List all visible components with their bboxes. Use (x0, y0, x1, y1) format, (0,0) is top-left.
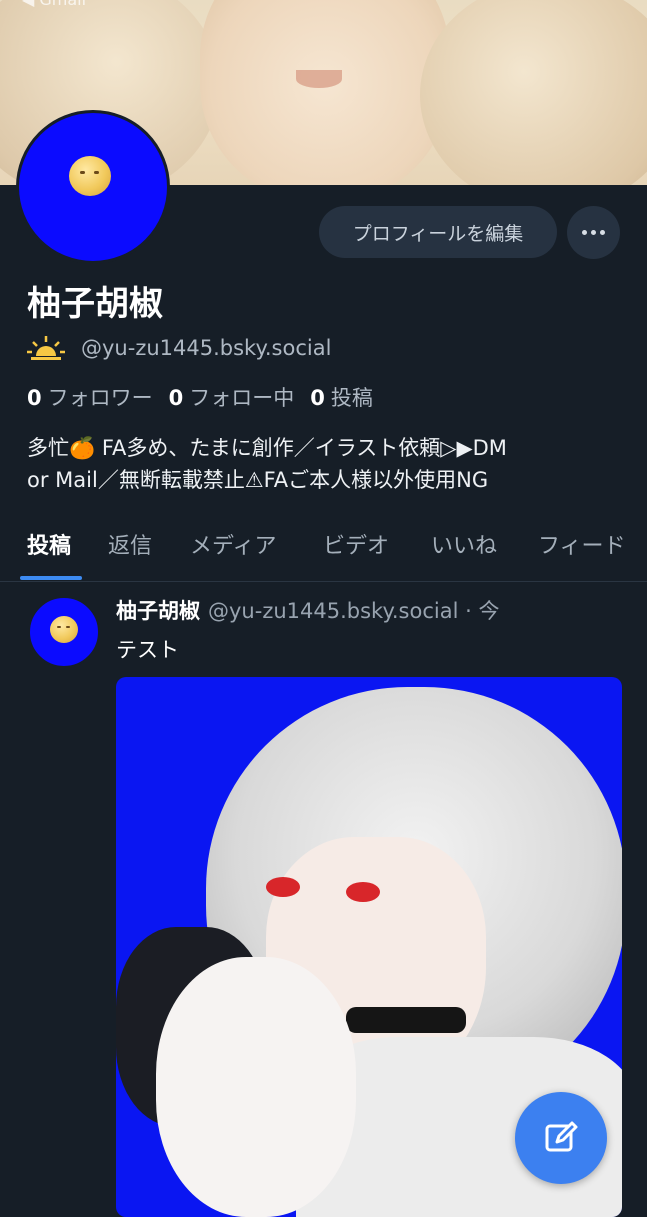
posts-count: 0 (310, 386, 325, 410)
post-author-avatar[interactable] (28, 596, 100, 668)
back-to-gmail-link[interactable]: ◀ Gmail (22, 0, 86, 9)
illustration-shape (346, 1007, 466, 1033)
active-tab-indicator (20, 576, 82, 580)
tab-posts[interactable]: 投稿 (27, 528, 71, 560)
yuzu-avatar-image (69, 156, 111, 196)
illustration-shape (156, 957, 356, 1217)
profile-stats: 0 フォロワー 0 フォロー中 0 投稿 (27, 382, 389, 412)
posts-label: 投稿 (330, 386, 373, 410)
compose-icon (541, 1118, 581, 1158)
handle-row: @yu-zu1445.bsky.social (27, 334, 331, 362)
following-label: フォロー中 (189, 386, 295, 410)
compose-post-button[interactable] (515, 1092, 607, 1184)
banner-art-shape (200, 0, 450, 185)
post-text: テスト (116, 638, 179, 662)
post-author-name[interactable]: 柚子胡椒 (116, 599, 200, 623)
bio-line: or Mail／無断転載禁止⚠FAご本人様以外使用NG (27, 468, 489, 492)
tab-likes[interactable]: いいね (431, 528, 497, 560)
banner-art-detail (296, 70, 342, 88)
followers-stat[interactable]: 0 フォロワー (27, 382, 153, 412)
profile-handle: @yu-zu1445.bsky.social (81, 336, 332, 360)
edit-profile-button[interactable]: プロフィールを編集 (319, 206, 557, 258)
followers-count: 0 (27, 386, 42, 410)
bio-line: 多忙🍊 FA多め、たまに創作／イラスト依頼▷▶DM (27, 436, 507, 460)
tab-media[interactable]: メディア (190, 528, 276, 560)
profile-avatar[interactable] (16, 110, 170, 264)
following-stat[interactable]: 0 フォロー中 (169, 382, 295, 412)
display-name: 柚子胡椒 (27, 284, 163, 324)
posts-stat: 0 投稿 (310, 382, 373, 412)
tab-videos[interactable]: ビデオ (323, 528, 389, 560)
profile-tabs: 投稿 返信 メディア ビデオ いいね フィード (0, 520, 647, 582)
more-horizontal-icon (580, 230, 607, 235)
more-options-button[interactable] (567, 206, 620, 259)
post-header: 柚子胡椒 @yu-zu1445.bsky.social · 今 (116, 595, 499, 625)
profile-bio: 多忙🍊 FA多め、たまに創作／イラスト依頼▷▶DM or Mail／無断転載禁止… (27, 432, 627, 496)
illustration-shape (346, 882, 380, 902)
post-author-handle[interactable]: @yu-zu1445.bsky.social · 今 (208, 599, 499, 623)
following-count: 0 (168, 386, 184, 410)
banner-art-shape (420, 0, 647, 185)
tab-feeds[interactable]: フィード (538, 528, 626, 560)
yuzu-avatar-image (50, 616, 78, 643)
illustration-shape (266, 877, 300, 897)
sunrise-icon (27, 334, 65, 362)
tab-replies[interactable]: 返信 (108, 528, 152, 560)
followers-label: フォロワー (47, 386, 153, 410)
